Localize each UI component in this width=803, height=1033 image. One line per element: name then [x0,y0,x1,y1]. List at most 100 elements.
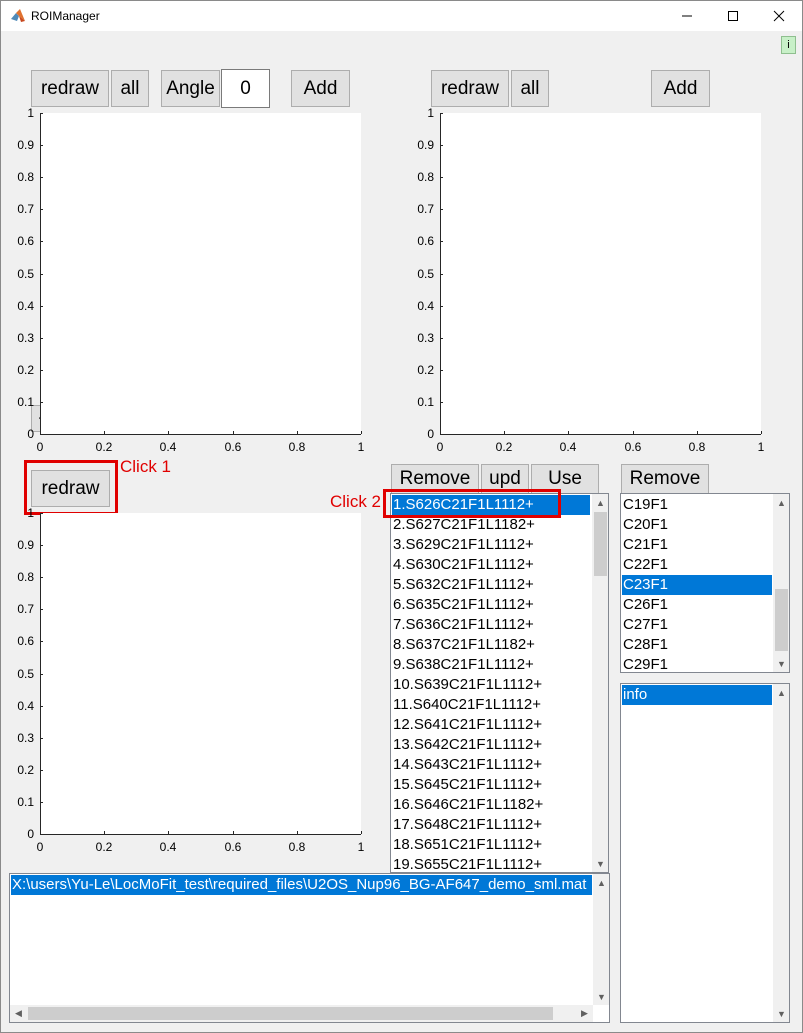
cell-list-scrollbar[interactable]: ▲ ▼ [773,494,789,672]
info-list-scrollbar[interactable]: ▲ ▼ [773,684,789,1022]
list-item[interactable]: C23F1 [622,575,772,595]
top-left-add-button[interactable]: Add [291,70,350,107]
scroll-left-icon[interactable]: ◀ [10,1005,27,1022]
list-item[interactable]: 2.S627C21F1L1182+ [392,515,590,535]
list-item[interactable]: 10.S639C21F1L1112+ [392,675,590,695]
list-item[interactable]: 3.S629C21F1L1112+ [392,535,590,555]
scroll-up-icon[interactable]: ▲ [773,494,789,511]
scroll-down-icon[interactable]: ▼ [592,855,608,872]
scroll-down-icon[interactable]: ▼ [593,988,609,1005]
x-tick-label: 0.8 [288,440,306,454]
plot-area[interactable] [440,113,761,434]
scroll-thumb[interactable] [775,589,788,651]
scroll-down-icon[interactable]: ▼ [773,655,789,672]
y-tick-label: 0.1 [17,395,34,409]
y-tick-label: 0.6 [17,234,34,248]
list-item[interactable]: 14.S643C21F1L1112+ [392,755,590,775]
list-item[interactable]: 17.S648C21F1L1112+ [392,815,590,835]
x-tick-label: 0.8 [688,440,706,454]
y-tick [40,609,43,610]
y-tick-label: 0.6 [17,634,34,648]
list-item[interactable]: 12.S641C21F1L1112+ [392,715,590,735]
x-tick [633,431,634,434]
x-tick-label: 1 [357,840,365,854]
y-tick [440,338,443,339]
click1-annotation: Click 1 [120,457,172,476]
y-tick-label: 0.5 [17,667,34,681]
y-tick [40,370,43,371]
y-tick [40,577,43,578]
list-item[interactable]: C29F1 [622,655,772,672]
y-tick [40,545,43,546]
list-item[interactable]: 13.S642C21F1L1112+ [392,735,590,755]
list-item[interactable]: C26F1 [622,595,772,615]
file-listbox[interactable]: X:\users\Yu-Le\LocMoFit_test\required_fi… [9,873,610,1023]
x-tick-label: 0 [36,840,44,854]
x-tick-label: 0.2 [95,840,113,854]
minimize-button[interactable] [664,1,710,31]
y-tick-label: 0.5 [417,267,434,281]
y-tick [40,338,43,339]
list-item[interactable]: 11.S640C21F1L1112+ [392,695,590,715]
x-tick [104,431,105,434]
list-item[interactable]: 15.S645C21F1L1112+ [392,775,590,795]
top-left-all-button[interactable]: all [111,70,149,107]
list-item[interactable]: info [622,685,772,705]
x-tick-label: 0 [436,440,444,454]
top-right-all-button[interactable]: all [511,70,549,107]
x-tick [40,831,41,834]
plot-area[interactable] [40,513,361,834]
list-item[interactable]: 16.S646C21F1L1182+ [392,795,590,815]
x-tick-label: 0.2 [495,440,513,454]
site-listbox[interactable]: 19.S655C21F1L1112+ 18.S651C21F1L1112+ 17.S… [390,493,609,873]
list-item[interactable]: 4.S630C21F1L1112+ [392,555,590,575]
scroll-right-icon[interactable]: ▶ [576,1005,593,1022]
top-left-redraw-button[interactable]: redraw [31,70,109,107]
scroll-up-icon[interactable]: ▲ [592,494,608,511]
list-item[interactable]: 6.S635C21F1L1112+ [392,595,590,615]
file-list-vscrollbar[interactable]: ▲ ▼ [593,874,609,1005]
maximize-button[interactable] [710,1,756,31]
scroll-up-icon[interactable]: ▲ [773,684,789,701]
scroll-thumb[interactable] [28,1007,553,1020]
list-item[interactable]: C22F1 [622,555,772,575]
scroll-thumb[interactable] [594,512,607,576]
y-tick-label: 0.8 [17,570,34,584]
cell-listbox[interactable]: C29F1 C28F1 C27F1 C26F1 C23F1 C22F1 C21F1 C20F1… [620,493,790,673]
list-item[interactable]: 18.S651C21F1L1112+ [392,835,590,855]
x-tick [297,431,298,434]
scroll-up-icon[interactable]: ▲ [593,874,609,891]
info-button[interactable]: i [781,36,796,54]
top-right-add-button[interactable]: Add [651,70,710,107]
list-item[interactable]: X:\users\Yu-Le\LocMoFit_test\required_fi… [11,875,592,895]
list-item[interactable]: 5.S632C21F1L1112+ [392,575,590,595]
y-tick-label: 0.4 [17,699,34,713]
top-right-redraw-button[interactable]: redraw [431,70,509,107]
list-item[interactable]: C19F1 [622,495,772,515]
list-item[interactable]: C27F1 [622,615,772,635]
angle-input[interactable]: 0 [221,69,270,108]
x-tick-label: 1 [357,440,365,454]
y-tick-label: 0.9 [17,138,34,152]
x-tick-label: 0.6 [624,440,642,454]
y-tick-label: 0.3 [17,331,34,345]
file-list-hscrollbar[interactable]: ◀ ▶ [10,1005,593,1022]
x-tick [168,831,169,834]
site-list-scrollbar[interactable]: ▲ ▼ [592,494,608,872]
x-tick-label: 0.4 [559,440,577,454]
scroll-down-icon[interactable]: ▼ [773,1005,789,1022]
y-tick [40,274,43,275]
x-tick-label: 0.6 [224,440,242,454]
list-item[interactable]: 7.S636C21F1L1112+ [392,615,590,635]
list-item[interactable]: C20F1 [622,515,772,535]
close-button[interactable] [756,1,802,31]
click2-annotation: Click 2 [330,492,382,511]
plot-area[interactable] [40,113,361,434]
list-item[interactable]: 9.S638C21F1L1112+ [392,655,590,675]
list-item[interactable]: 8.S637C21F1L1182+ [392,635,590,655]
info-listbox[interactable]: info ▲ ▼ [620,683,790,1023]
list-item[interactable]: C28F1 [622,635,772,655]
cell-remove-button[interactable]: Remove [621,464,709,494]
list-item[interactable]: C21F1 [622,535,772,555]
list-item[interactable]: 19.S655C21F1L1112+ [392,855,590,872]
